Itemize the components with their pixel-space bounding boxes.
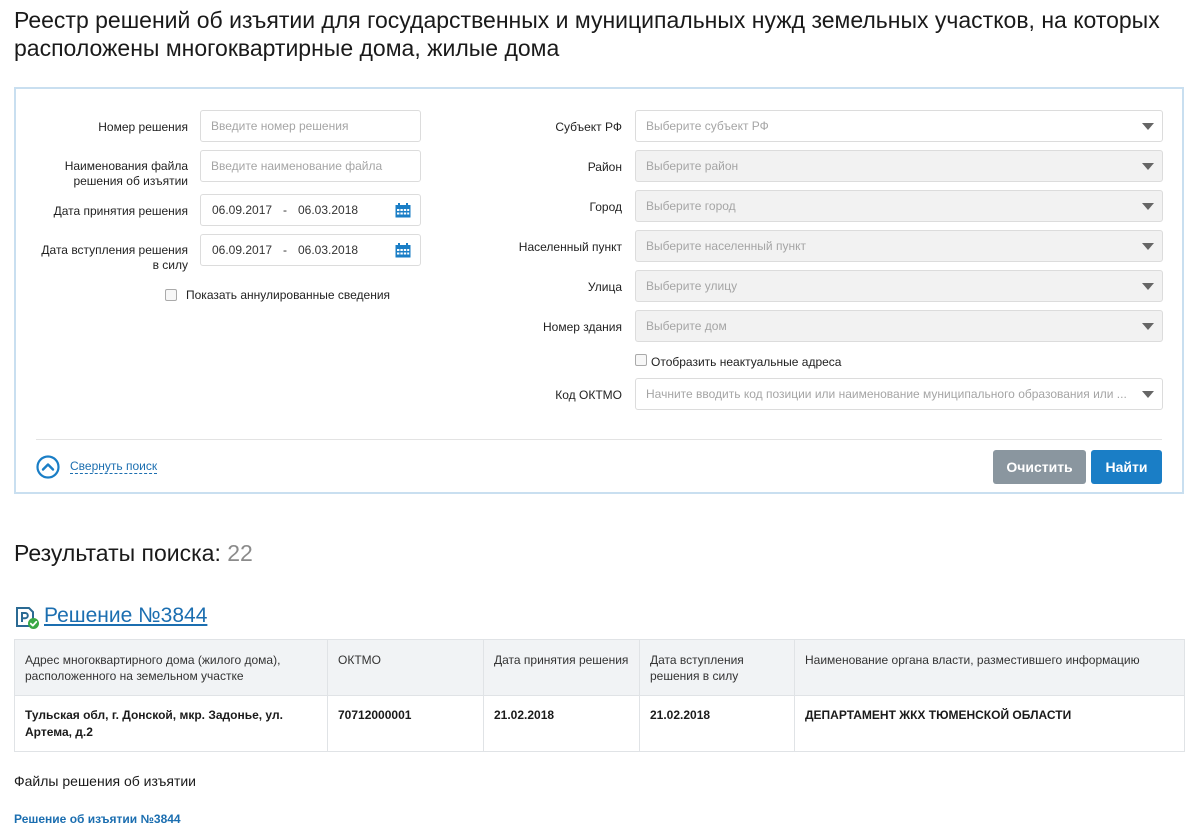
show-outdated-checkbox[interactable] xyxy=(635,354,647,366)
address-cell: Тульская обл, г. Донской, мкр. Задонье, … xyxy=(14,695,328,752)
effective-date-from[interactable]: 06.09.2017 xyxy=(212,235,272,265)
decision-table: Адрес многоквартирного дома (жилого дома… xyxy=(14,639,1185,752)
chevron-down-icon[interactable] xyxy=(1142,163,1154,170)
effective-date-to[interactable]: 06.03.2018 xyxy=(298,235,358,265)
adoption-date-from[interactable]: 06.09.2017 xyxy=(212,195,272,225)
adoption-date-range[interactable]: 06.09.2017 - 06.03.2018 xyxy=(200,194,421,226)
file-name-label-line2: решения об изъятии xyxy=(73,174,188,188)
adoption-date-label: Дата принятия решения xyxy=(53,204,188,218)
chevron-down-icon[interactable] xyxy=(1142,203,1154,210)
adoption-date-to[interactable]: 06.03.2018 xyxy=(298,195,358,225)
decision-title-link[interactable]: Решение №3844 xyxy=(44,603,207,629)
results-title: Результаты поиска: xyxy=(14,540,221,566)
effective-date-label-line2: в силу xyxy=(152,258,188,272)
settlement-label: Населенный пункт xyxy=(518,240,622,254)
find-button[interactable]: Найти xyxy=(1091,450,1162,484)
decision-number-input[interactable]: Введите номер решения xyxy=(200,110,421,142)
column-header: Дата вступления решения в силу xyxy=(639,639,795,696)
subject-label: Субъект РФ xyxy=(555,120,622,134)
district-select[interactable]: Выберите район xyxy=(635,150,1163,182)
subject-select[interactable]: Выберите субъект РФ xyxy=(635,110,1163,142)
city-label: Город xyxy=(589,200,622,214)
results-count: 22 xyxy=(227,540,253,566)
column-header: Наименование органа власти, разместившег… xyxy=(794,639,1185,696)
oktmo-label: Код ОКТМО xyxy=(555,388,622,402)
effective-date-label-line1: Дата вступления решения xyxy=(41,243,188,257)
column-header: Дата принятия решения xyxy=(483,639,640,696)
building-select[interactable]: Выберите дом xyxy=(635,310,1163,342)
settlement-select[interactable]: Выберите населенный пункт xyxy=(635,230,1163,262)
column-header: Адрес многоквартирного дома (жилого дома… xyxy=(14,639,328,696)
file-name-label-line1: Наименования файла xyxy=(64,159,188,173)
table-row: Тульская обл, г. Донской, мкр. Задонье, … xyxy=(14,695,1185,752)
files-section-title: Файлы решения об изъятии xyxy=(14,773,196,789)
show-annulled-checkbox[interactable] xyxy=(165,289,177,301)
calendar-icon[interactable] xyxy=(395,243,411,258)
authority-cell: ДЕПАРТАМЕНТ ЖКХ ТЮМЕНСКОЙ ОБЛАСТИ xyxy=(794,695,1185,752)
show-outdated-label[interactable]: Отобразить неактуальные адреса xyxy=(651,355,841,369)
effective-date-cell: 21.02.2018 xyxy=(639,695,795,752)
chevron-down-icon[interactable] xyxy=(1142,283,1154,290)
effective-date-label: Дата вступления решения в силу xyxy=(26,243,188,273)
street-label: Улица xyxy=(587,280,622,294)
show-annulled-label[interactable]: Показать аннулированные сведения xyxy=(186,288,390,302)
chevron-down-icon[interactable] xyxy=(1142,391,1154,398)
effective-date-separator: - xyxy=(283,243,287,257)
results-header: Результаты поиска: 22 xyxy=(14,539,253,567)
column-header: ОКТМО xyxy=(327,639,484,696)
street-select[interactable]: Выберите улицу xyxy=(635,270,1163,302)
page-title: Реестр решений об изъятии для государств… xyxy=(14,7,1160,61)
collapse-search-link[interactable]: Свернуть поиск xyxy=(70,459,158,474)
city-select[interactable]: Выберите город xyxy=(635,190,1163,222)
clear-button[interactable]: Очистить xyxy=(993,450,1086,484)
oktmo-cell: 70712000001 xyxy=(327,695,484,752)
chevron-down-icon[interactable] xyxy=(1142,123,1154,130)
search-panel: Номер решения Введите номер решения Наим… xyxy=(14,87,1184,494)
effective-date-range[interactable]: 06.09.2017 - 06.03.2018 xyxy=(200,234,421,266)
panel-divider xyxy=(36,439,1162,440)
adoption-date-separator: - xyxy=(283,203,287,217)
table-header-row: Адрес многоквартирного дома (жилого дома… xyxy=(14,639,1185,696)
chevron-down-icon[interactable] xyxy=(1142,323,1154,330)
file-name-label: Наименования файла решения об изъятии xyxy=(36,159,188,189)
building-label: Номер здания xyxy=(542,320,622,334)
chevron-up-circle-icon[interactable] xyxy=(36,455,60,479)
document-check-icon xyxy=(16,607,39,629)
adoption-date-cell: 21.02.2018 xyxy=(483,695,640,752)
oktmo-select[interactable]: Начните вводить код позиции или наименов… xyxy=(635,378,1163,410)
file-name-input[interactable]: Введите наименование файла xyxy=(200,150,421,182)
decision-file-link[interactable]: Решение об изъятии №3844 xyxy=(14,812,181,826)
decision-number-label: Номер решения xyxy=(98,120,188,134)
district-label: Район xyxy=(587,160,622,174)
chevron-down-icon[interactable] xyxy=(1142,243,1154,250)
calendar-icon[interactable] xyxy=(395,203,411,218)
